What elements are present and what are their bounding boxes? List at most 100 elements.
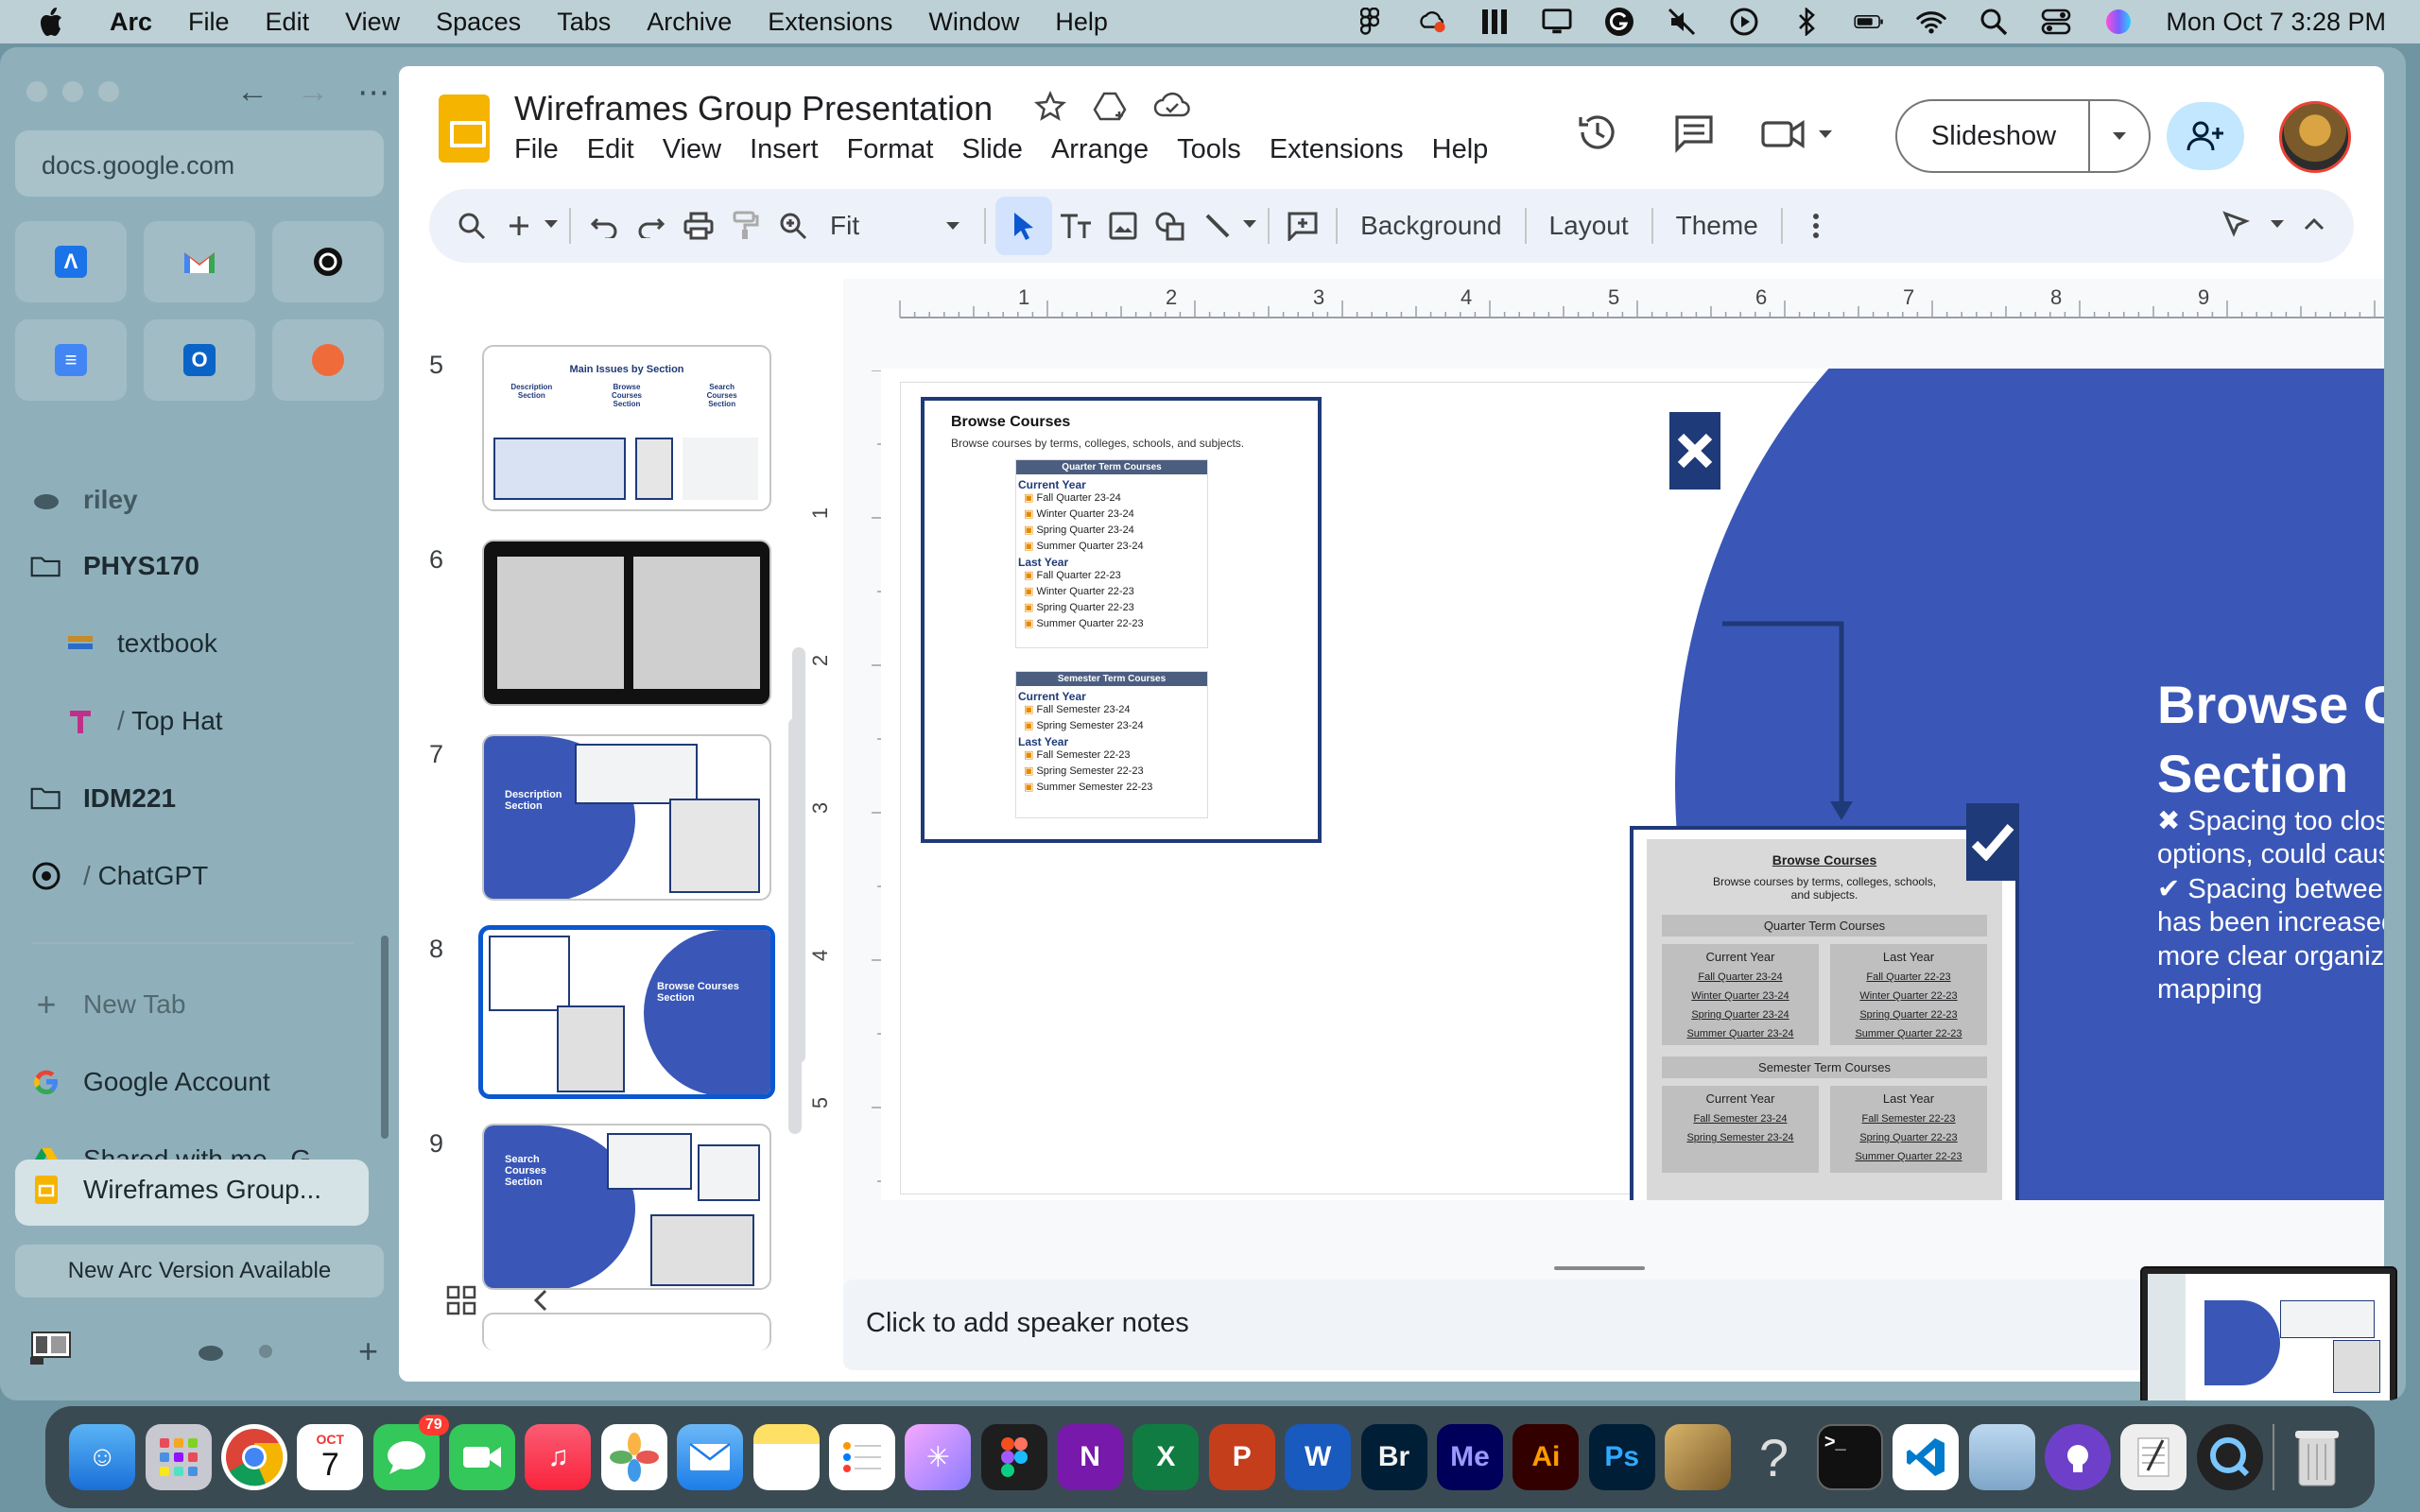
meet-button[interactable] [1760,117,1834,151]
menu-archive[interactable]: Archive [647,8,732,37]
word-icon[interactable]: W [1285,1424,1352,1490]
fav-google-docs[interactable]: ≡ [15,319,127,401]
siri-icon[interactable] [2103,8,2134,36]
grammarly-icon[interactable] [1604,8,1634,36]
docs-menu-format[interactable]: Format [847,134,934,165]
notes-resize-handle[interactable] [1554,1266,1645,1270]
sidebar-item-tophat[interactable]: / Top Hat [64,705,223,737]
launchpad-icon[interactable] [145,1424,212,1490]
sidebar-item-riley[interactable]: riley [30,484,138,516]
docs-menu-help[interactable]: Help [1432,134,1489,165]
control-center-icon[interactable] [2041,8,2071,36]
star-icon[interactable] [1033,90,1067,128]
menu-view[interactable]: View [345,8,400,37]
background-button[interactable]: Background [1347,211,1514,241]
slide-thumbnail-7[interactable]: Description Section [482,734,771,901]
battery-icon[interactable] [1854,8,1884,36]
sidebar-item-google-account[interactable]: Google Account [30,1066,270,1098]
menu-extensions[interactable]: Extensions [768,8,892,37]
slide-thumbnail-6[interactable] [482,540,771,706]
docs-menu-slide[interactable]: Slide [961,134,1023,165]
messages-icon[interactable]: 79 [372,1415,449,1490]
terminal-icon[interactable]: >_ [1816,1424,1883,1490]
docs-menu-extensions[interactable]: Extensions [1270,134,1404,165]
sidebar-folder-phys170[interactable]: PHYS170 [30,550,199,582]
menu-file[interactable]: File [188,8,230,37]
slide-thumbnail-5[interactable]: Main Issues by Section Description Secti… [482,345,771,511]
finder-icon[interactable]: ☺ [69,1424,136,1490]
menu-app-name[interactable]: Arc [110,8,152,37]
space-riley-icon[interactable] [197,1332,225,1371]
slideshow-button[interactable]: Slideshow [1895,99,2090,173]
theme-button[interactable]: Theme [1663,211,1772,241]
help-question-icon[interactable]: ? [1740,1424,1806,1490]
url-bar[interactable]: docs.google.com [15,130,384,197]
docs-menu-edit[interactable]: Edit [587,134,634,165]
chrome-icon[interactable] [220,1424,287,1490]
preview-app-icon[interactable] [1968,1424,2035,1490]
forward-arrow-icon[interactable]: → [297,74,329,112]
update-banner[interactable]: New Arc Version Available [15,1245,384,1297]
new-slide-icon[interactable] [495,202,543,249]
fav-app-a[interactable]: Λ [15,221,127,302]
horizontal-ruler[interactable] [881,282,2384,319]
close-window-button[interactable] [26,81,47,102]
facetime-icon[interactable] [449,1424,516,1490]
excel-icon[interactable]: X [1132,1424,1200,1490]
comments-icon[interactable] [1673,113,1715,158]
trash-icon[interactable] [2284,1424,2350,1490]
grid-view-icon[interactable] [446,1285,476,1320]
textedit-icon[interactable] [2120,1424,2187,1490]
display-icon[interactable] [1542,8,1572,36]
share-button[interactable] [2167,102,2244,170]
paint-format-icon[interactable] [722,202,769,249]
new-slide-caret-icon[interactable] [543,217,560,234]
current-slide[interactable]: Browse Courses Browse courses by terms, … [881,369,2384,1200]
figma-icon[interactable] [980,1424,1047,1490]
line-caret-icon[interactable] [1241,217,1258,234]
reminders-icon[interactable] [828,1424,895,1490]
more-icon[interactable]: ⋯ [357,74,389,112]
shape-icon[interactable] [1147,202,1194,249]
text-box-icon[interactable] [1052,202,1099,249]
fav-chatgpt[interactable] [272,221,384,302]
collapse-filmstrip-icon[interactable] [533,1288,548,1317]
new-tab-button[interactable]: + New Tab [30,985,185,1023]
bridge-icon[interactable]: Br [1360,1424,1427,1490]
onenote-icon[interactable]: N [1057,1424,1124,1490]
sidebar-item-chatgpt[interactable]: / ChatGPT [30,860,208,892]
zoom-select[interactable]: Fit [817,211,975,241]
github-icon[interactable] [2044,1424,2111,1490]
document-title[interactable]: Wireframes Group Presentation [514,89,993,129]
space-dot-icon[interactable] [259,1345,273,1358]
select-tool-icon[interactable] [995,197,1053,255]
zoom-icon[interactable] [769,202,817,249]
insert-image-icon[interactable] [1099,202,1147,249]
new-space-plus-icon[interactable]: + [358,1332,378,1371]
library-icon[interactable] [28,1329,74,1375]
music-icon[interactable]: ♫ [525,1424,592,1490]
menu-window[interactable]: Window [928,8,1019,37]
menu-spaces[interactable]: Spaces [436,8,521,37]
back-arrow-icon[interactable]: ← [236,74,268,112]
sidebar-folder-idm221[interactable]: IDM221 [30,782,176,815]
line-icon[interactable] [1194,202,1241,249]
search-menus-icon[interactable] [448,202,495,249]
docs-menu-file[interactable]: File [514,134,559,165]
docs-menu-insert[interactable]: Insert [750,134,819,165]
photos-icon[interactable] [600,1424,667,1490]
powerpoint-icon[interactable]: P [1208,1424,1275,1490]
menubar-clock[interactable]: Mon Oct 7 3:28 PM [2166,8,2386,37]
slide-thumbnail-9[interactable]: Search Courses Section [482,1124,771,1290]
editor-vertical-scrollbar[interactable] [792,647,805,1063]
undo-icon[interactable] [580,202,628,249]
sidebar-item-textbook[interactable]: textbook [64,627,217,660]
docs-menu-tools[interactable]: Tools [1177,134,1241,165]
quicktime-icon[interactable] [2196,1424,2263,1490]
sidebar-item-wireframes[interactable]: Wireframes Group... [30,1174,321,1206]
fav-orange-app[interactable] [272,319,384,401]
menu-help[interactable]: Help [1055,8,1108,37]
fav-outlook[interactable]: O [144,319,255,401]
notes-icon[interactable] [752,1424,820,1490]
pen-cursor-icon[interactable] [2221,210,2252,243]
